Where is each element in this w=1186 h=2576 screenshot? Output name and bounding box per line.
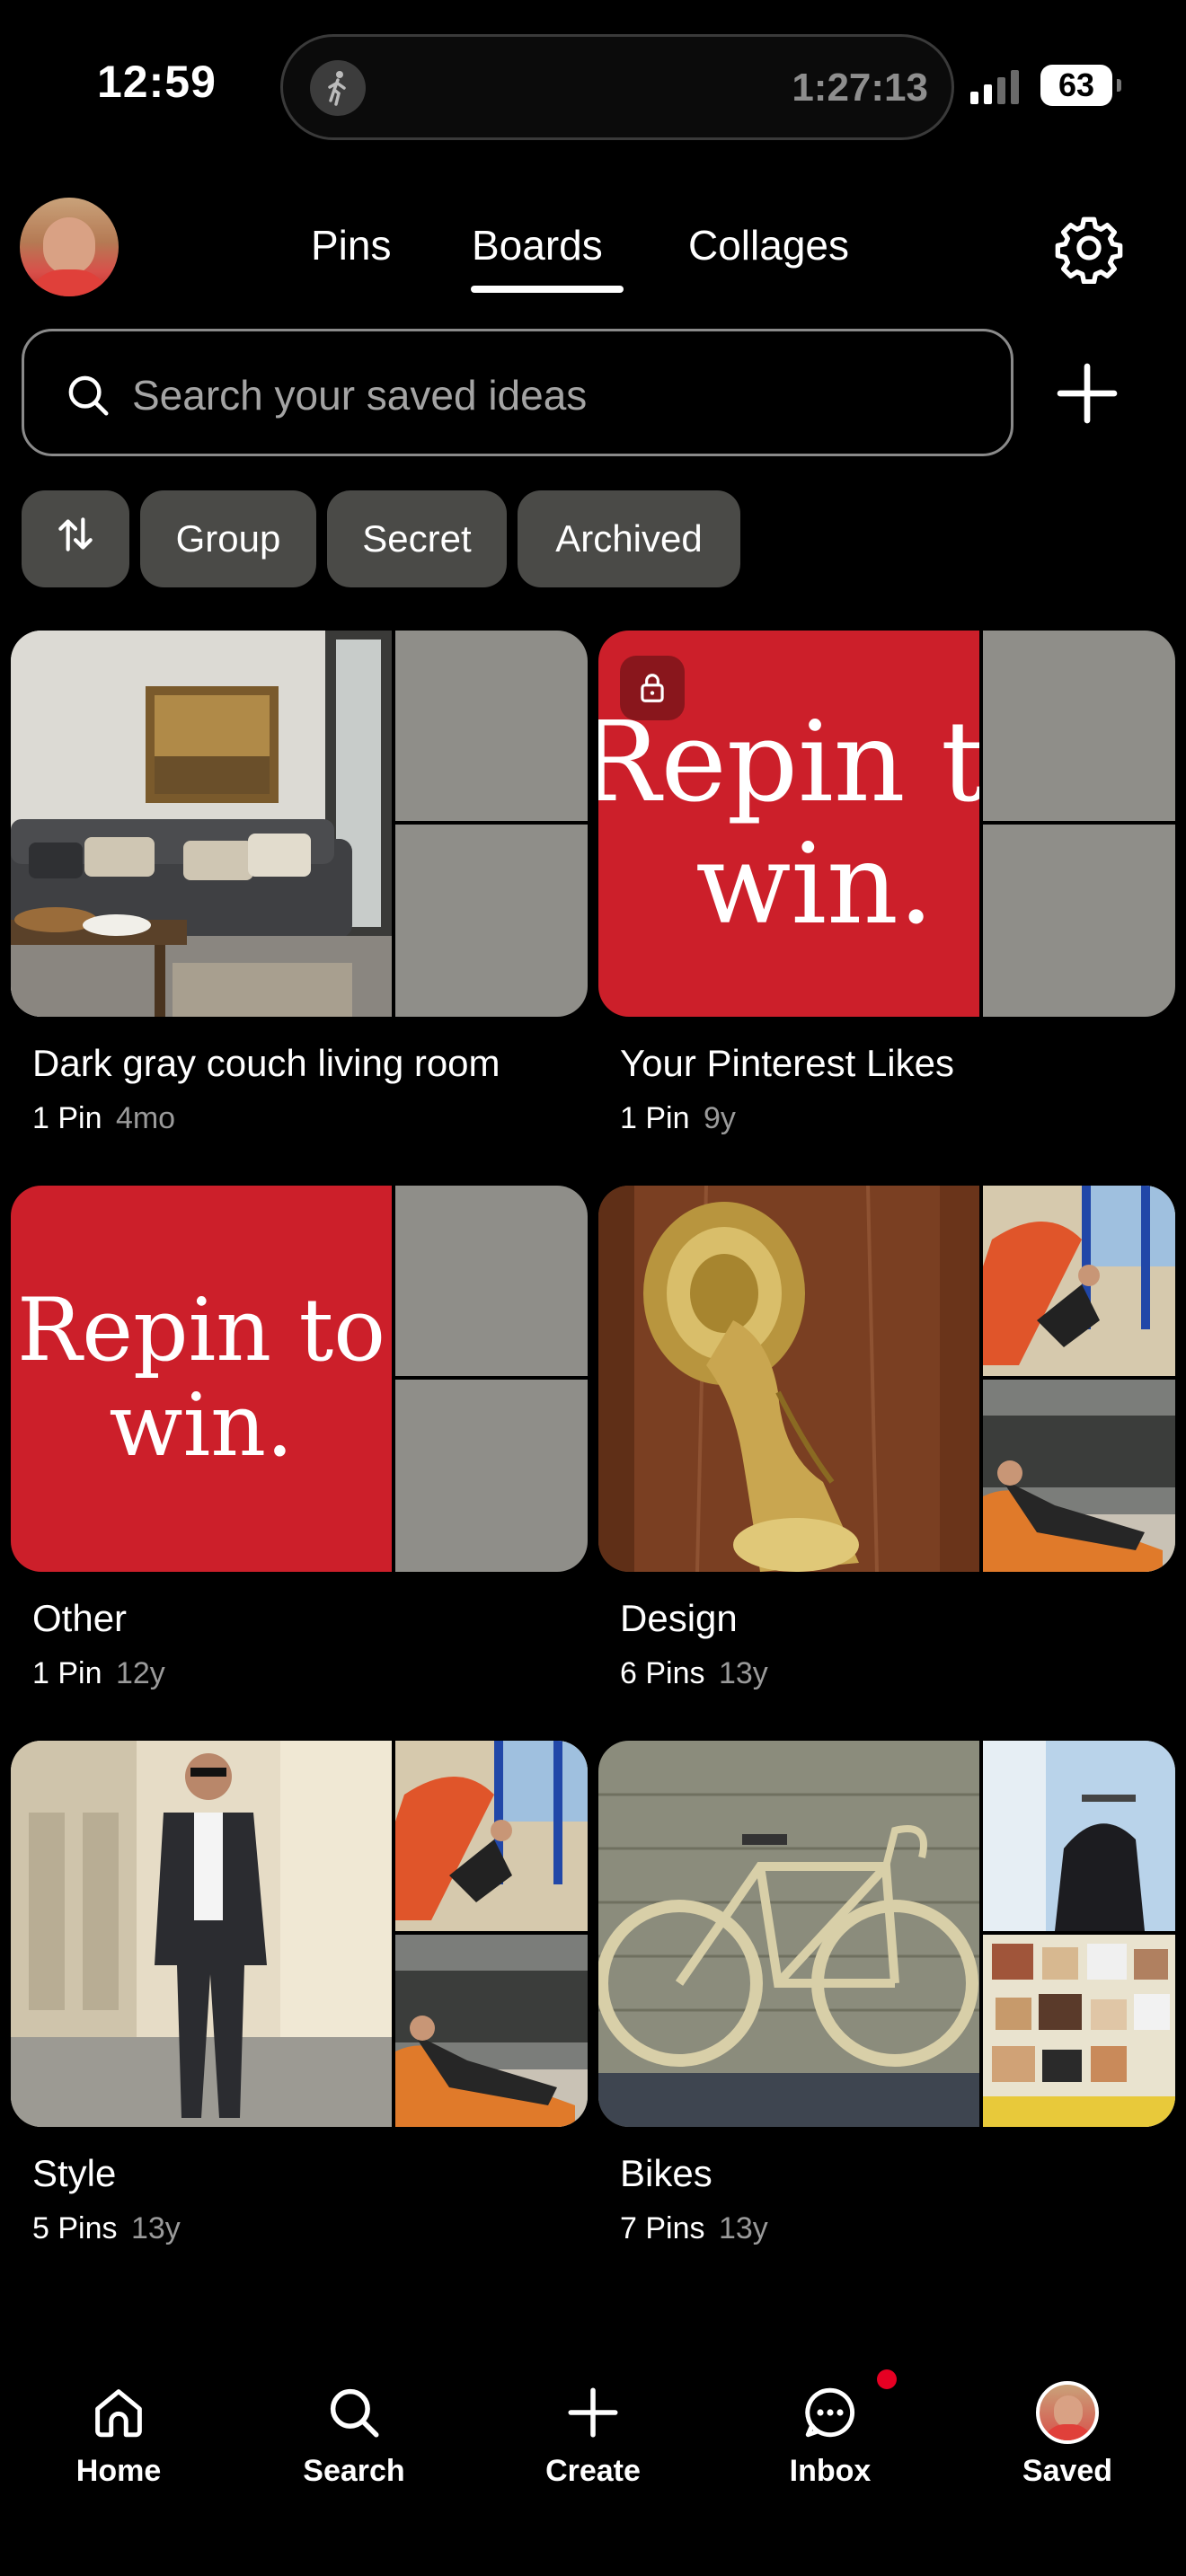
board-meta: 7 Pins 13y (620, 2211, 768, 2246)
board-cover: Repin to win. (598, 631, 1175, 1017)
door-knocker-image (598, 1186, 979, 1572)
inbox-notification-dot (877, 2369, 897, 2389)
empty-cover-slot (395, 1186, 588, 1376)
tab-pins[interactable]: Pins (311, 221, 391, 269)
board-card[interactable]: Repin to win. Other 1 Pin 12y (11, 1186, 588, 1690)
pin-count: 5 Pins (32, 2211, 118, 2245)
plus-icon (561, 2380, 625, 2445)
filter-secret-chip[interactable]: Secret (327, 490, 507, 587)
board-title: Your Pinterest Likes (620, 1042, 954, 1084)
nav-search[interactable]: Search (264, 2380, 444, 2489)
jacket-hanger-image (983, 1741, 1175, 1931)
battery-indicator: 63 (1040, 65, 1121, 106)
active-tab-indicator (471, 286, 624, 293)
pin-count: 1 Pin (32, 1656, 102, 1690)
board-cover (11, 1741, 588, 2127)
board-meta: 6 Pins 13y (620, 1656, 768, 1691)
board-age: 12y (115, 1656, 165, 1690)
filter-archived-chip[interactable]: Archived (518, 490, 740, 587)
settings-gear-icon[interactable] (1053, 212, 1125, 285)
search-icon (64, 371, 112, 419)
create-board-plus-icon[interactable] (1051, 357, 1123, 429)
board-title: Dark gray couch living room (32, 1042, 500, 1084)
cover-text-line2: win. (109, 1375, 294, 1476)
nav-home-label: Home (75, 2454, 162, 2488)
empty-cover-slot (395, 825, 588, 1017)
board-meta: 1 Pin 4mo (32, 1101, 175, 1136)
board-meta: 1 Pin 12y (32, 1656, 165, 1691)
search-icon (322, 2380, 386, 2445)
tab-boards[interactable]: Boards (472, 221, 603, 269)
board-age: 13y (718, 2211, 768, 2245)
search-saved-input[interactable]: Search your saved ideas (22, 329, 1013, 456)
board-card[interactable]: Repin to win. Your Pinterest Likes 1 Pin… (598, 631, 1175, 1135)
playground-slide-image (395, 1741, 588, 1931)
activity-timer: 1:27:13 (792, 66, 928, 110)
secret-lock-icon (620, 656, 685, 720)
nav-create[interactable]: Create (503, 2380, 683, 2489)
board-age: 13y (130, 2211, 181, 2245)
nav-inbox-label: Inbox (789, 2454, 872, 2488)
board-cover (598, 1741, 1175, 2127)
nav-search-label: Search (303, 2454, 405, 2488)
lounge-chair-image (395, 1935, 588, 2127)
board-title: Bikes (620, 2152, 712, 2194)
top-tabs: Pins Boards Collages (0, 221, 1186, 293)
board-cover (11, 631, 588, 1017)
playground-slide-image (983, 1186, 1175, 1376)
nav-home[interactable]: Home (29, 2380, 208, 2489)
board-age: 9y (703, 1101, 736, 1135)
empty-cover-slot (983, 631, 1175, 821)
board-title: Other (32, 1597, 128, 1639)
search-placeholder: Search your saved ideas (132, 372, 588, 419)
pin-count: 1 Pin (620, 1101, 690, 1135)
cover-text-line1: Repin to (17, 1280, 385, 1381)
nav-create-label: Create (545, 2454, 641, 2488)
board-title: Style (32, 2152, 117, 2194)
board-card[interactable]: Dark gray couch living room 1 Pin 4mo (11, 631, 588, 1135)
nav-inbox[interactable]: Inbox (740, 2380, 920, 2489)
board-cover: Repin to win. (11, 1186, 588, 1572)
board-card[interactable]: Design 6 Pins 13y (598, 1186, 1175, 1690)
board-card[interactable]: Style 5 Pins 13y (11, 1741, 588, 2245)
board-card[interactable]: Bikes 7 Pins 13y (598, 1741, 1175, 2245)
board-age: 4mo (115, 1101, 176, 1135)
pin-count: 1 Pin (32, 1101, 102, 1135)
sort-arrows-icon (53, 512, 98, 566)
nav-saved[interactable]: Saved (978, 2380, 1157, 2489)
pin-count: 7 Pins (620, 2211, 705, 2245)
empty-cover-slot (395, 1380, 588, 1572)
chat-icon (798, 2380, 863, 2445)
home-icon (86, 2380, 151, 2445)
sort-button[interactable] (22, 490, 129, 587)
saved-avatar (1035, 2380, 1100, 2445)
living-room-image (11, 631, 392, 1017)
repin-to-win-image: Repin to win. (11, 1186, 392, 1572)
photo-collage-image (983, 1935, 1175, 2127)
empty-cover-slot (395, 631, 588, 821)
filter-group-chip[interactable]: Group (140, 490, 316, 587)
status-time: 12:59 (97, 57, 217, 107)
bicycle-image (598, 1741, 979, 2127)
cover-text-line2: win. (695, 820, 934, 949)
board-title: Design (620, 1597, 738, 1639)
cellular-signal-icon (970, 68, 1019, 104)
nav-saved-label: Saved (1022, 2454, 1113, 2488)
tab-collages[interactable]: Collages (688, 221, 849, 269)
dynamic-island: 1:27:13 (280, 34, 954, 140)
lounge-chair-image (983, 1380, 1175, 1572)
empty-cover-slot (983, 825, 1175, 1017)
board-meta: 5 Pins 13y (32, 2211, 181, 2246)
bottom-nav: Home Search Create Inbox Saved (0, 2335, 1186, 2576)
board-cover (598, 1186, 1175, 1572)
pin-count: 6 Pins (620, 1656, 705, 1690)
board-meta: 1 Pin 9y (620, 1101, 736, 1136)
board-age: 13y (718, 1656, 768, 1690)
man-in-suit-image (11, 1741, 392, 2127)
walking-icon (310, 60, 366, 116)
